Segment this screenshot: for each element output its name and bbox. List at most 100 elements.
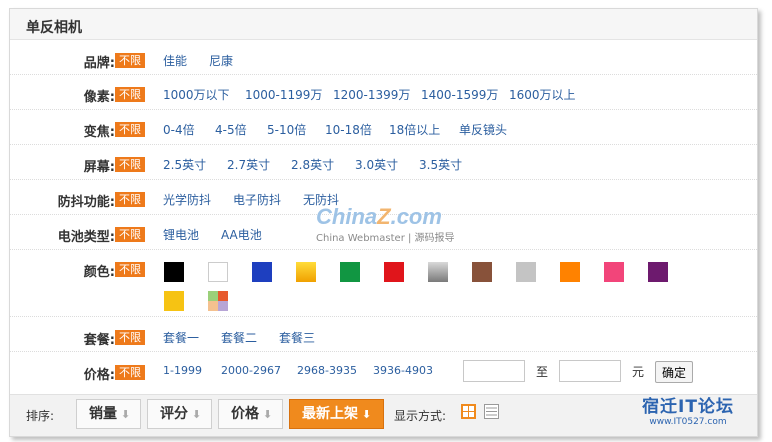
panel-header: 单反相机: [10, 9, 757, 40]
unlimited-badge[interactable]: 不限: [115, 87, 145, 102]
sort-sales-label: 销量: [89, 406, 117, 422]
filter-row-pixels: 像素: 不限 1000万以下 1000-1199万 1200-1399万 140…: [10, 75, 757, 110]
price-to-label: 至: [536, 365, 549, 379]
option-zoom[interactable]: 5-10倍: [267, 121, 306, 138]
watermark-wordmark: ChinaZ.com: [316, 206, 455, 228]
option-pixels[interactable]: 1000万以下: [163, 86, 230, 103]
color-swatch[interactable]: [516, 262, 536, 282]
color-swatch[interactable]: [648, 262, 668, 282]
sort-newest-button[interactable]: 最新上架 ⬇: [289, 399, 384, 429]
option-screen[interactable]: 2.7英寸: [227, 156, 270, 173]
price-unit-label: 元: [632, 365, 645, 379]
color-swatch[interactable]: [604, 262, 624, 282]
option-screen[interactable]: 3.0英寸: [355, 156, 398, 173]
filter-label-price: 价格:: [83, 368, 115, 383]
option-battery[interactable]: 锂电池: [163, 226, 199, 243]
option-package[interactable]: 套餐三: [279, 329, 315, 346]
sort-rating-button[interactable]: 评分 ⬇: [147, 399, 212, 429]
option-pixels[interactable]: 1600万以上: [509, 86, 576, 103]
watermark-tagline-left: China Webmaster: [316, 233, 405, 244]
filter-row-price: 价格: 不限 1-1999 2000-2967 2968-3935 3936-4…: [10, 352, 757, 390]
color-swatch[interactable]: [384, 262, 404, 282]
unlimited-badge[interactable]: 不限: [115, 227, 145, 242]
filter-label-stabilization: 防抖功能:: [57, 195, 115, 210]
color-swatch[interactable]: [560, 262, 580, 282]
option-price[interactable]: 2968-3935: [297, 364, 357, 377]
color-swatch[interactable]: [428, 262, 448, 282]
color-swatch[interactable]: [164, 291, 184, 311]
filter-row-zoom: 变焦: 不限 0-4倍 4-5倍 5-10倍 10-18倍 18倍以上 单反镜头: [10, 110, 757, 145]
arrow-down-icon: ⬇: [362, 408, 372, 421]
option-pixels[interactable]: 1200-1399万: [333, 86, 410, 103]
unlimited-badge[interactable]: 不限: [115, 53, 145, 68]
sort-price-button[interactable]: 价格 ⬇: [218, 399, 283, 429]
list-view-icon[interactable]: [484, 404, 499, 419]
option-stabilization[interactable]: 电子防抖: [233, 191, 281, 208]
option-package[interactable]: 套餐二: [221, 329, 257, 346]
option-price[interactable]: 2000-2967: [221, 364, 281, 377]
option-screen[interactable]: 3.5英寸: [419, 156, 462, 173]
filter-label-zoom: 变焦:: [83, 125, 115, 140]
option-zoom[interactable]: 10-18倍: [325, 121, 372, 138]
option-screen[interactable]: 2.8英寸: [291, 156, 334, 173]
sort-newest-label: 最新上架: [302, 406, 358, 422]
filter-label-package: 套餐:: [83, 333, 115, 348]
option-zoom[interactable]: 0-4倍: [163, 121, 195, 138]
unlimited-badge[interactable]: 不限: [115, 157, 145, 172]
option-nikon[interactable]: 尼康: [209, 52, 233, 69]
unlimited-badge[interactable]: 不限: [115, 262, 145, 277]
sort-bar: 排序: 销量 ⬇ 评分 ⬇ 价格 ⬇ 最新上架 ⬇ 显示方式: 宿迁IT论坛 www.I…: [10, 394, 757, 436]
color-swatch[interactable]: [208, 291, 228, 311]
sort-sales-button[interactable]: 销量 ⬇: [76, 399, 141, 429]
sort-price-label: 价格: [231, 406, 259, 422]
option-battery[interactable]: AA电池: [221, 226, 262, 243]
unlimited-badge[interactable]: 不限: [115, 122, 145, 137]
option-stabilization[interactable]: 光学防抖: [163, 191, 211, 208]
color-swatch[interactable]: [164, 262, 184, 282]
color-swatch[interactable]: [208, 262, 228, 282]
arrow-down-icon: ⬇: [192, 408, 202, 421]
filter-row-package: 套餐: 不限 套餐一 套餐二 套餐三: [10, 317, 757, 352]
sort-label: 排序:: [26, 409, 55, 423]
option-price[interactable]: 3936-4903: [373, 364, 433, 377]
price-max-input[interactable]: [559, 360, 621, 382]
display-mode-label: 显示方式:: [394, 409, 447, 423]
option-zoom[interactable]: 单反镜头: [459, 121, 507, 138]
option-package[interactable]: 套餐一: [163, 329, 199, 346]
unlimited-badge[interactable]: 不限: [115, 192, 145, 207]
filter-label-screen: 屏幕:: [83, 160, 115, 175]
filter-label-brand: 品牌:: [83, 56, 115, 71]
option-canon[interactable]: 佳能: [163, 52, 187, 69]
option-price[interactable]: 1-1999: [163, 364, 202, 377]
panel-title: 单反相机: [26, 20, 82, 36]
camera-filter-panel: 单反相机 品牌: 不限 佳能 尼康 像素: 不限 1000万以下 1000-11…: [9, 8, 758, 437]
option-zoom[interactable]: 4-5倍: [215, 121, 247, 138]
arrow-down-icon: ⬇: [121, 408, 131, 421]
sort-rating-label: 评分: [160, 406, 188, 422]
footer-brand-url: www.IT0527.com: [649, 417, 727, 427]
confirm-price-button[interactable]: 确定: [655, 361, 693, 383]
color-swatch[interactable]: [296, 262, 316, 282]
filter-label-battery: 电池类型:: [57, 230, 115, 245]
watermark-logo: ChinaZ.com China Webmaster | 源码报导: [316, 206, 455, 245]
watermark-tagline: China Webmaster | 源码报导: [316, 233, 455, 244]
option-pixels[interactable]: 1000-1199万: [245, 86, 322, 103]
watermark-logo-com: .com: [390, 204, 442, 229]
unlimited-badge[interactable]: 不限: [115, 330, 145, 345]
watermark-tagline-right: 源码报导: [414, 233, 455, 244]
color-swatch[interactable]: [340, 262, 360, 282]
option-zoom[interactable]: 18倍以上: [389, 121, 440, 138]
filter-row-color: 颜色: 不限: [10, 250, 757, 317]
option-screen[interactable]: 2.5英寸: [163, 156, 206, 173]
price-min-input[interactable]: [463, 360, 525, 382]
grid-view-icon[interactable]: [461, 404, 476, 419]
option-pixels[interactable]: 1400-1599万: [421, 86, 498, 103]
footer-brand-name: 宿迁IT论坛: [642, 397, 734, 417]
color-swatch[interactable]: [252, 262, 272, 282]
color-swatch[interactable]: [472, 262, 492, 282]
unlimited-badge[interactable]: 不限: [115, 365, 145, 380]
filter-label-pixels: 像素:: [83, 90, 115, 105]
watermark-logo-z: Z: [377, 204, 391, 229]
filter-row-screen: 屏幕: 不限 2.5英寸 2.7英寸 2.8英寸 3.0英寸 3.5英寸: [10, 145, 757, 180]
filter-label-color: 颜色:: [83, 265, 115, 280]
